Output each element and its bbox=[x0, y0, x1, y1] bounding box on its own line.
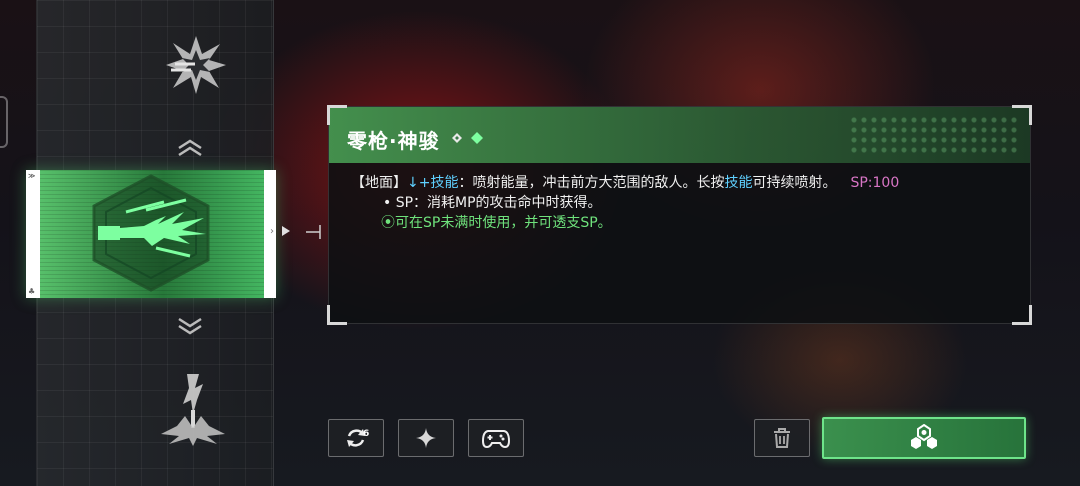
overdraw-note: ⦿可在SP未满时使用，并可透支SP。 bbox=[381, 215, 612, 231]
swap-badge: 6 bbox=[363, 429, 370, 439]
skill-header-bar: 零枪·神骏 bbox=[329, 107, 1030, 163]
equip-emblem-icon bbox=[911, 424, 937, 449]
sp-gain-note: • SP：消耗MP的攻击命中时获得。 bbox=[383, 195, 602, 211]
effect-suffix: 可持续喷射。 bbox=[752, 175, 837, 191]
ground-strike-skill-icon[interactable] bbox=[157, 370, 229, 446]
sp-cost: SP:100 bbox=[850, 175, 900, 191]
sparkle-icon bbox=[416, 428, 436, 448]
side-tab-handle[interactable] bbox=[0, 96, 8, 148]
skill-effect-line: 【地面】↓+技能：喷射能量，冲击前方大范围的敌人。长按技能可持续喷射。 SP:10… bbox=[351, 173, 1010, 193]
input-command: ↓+技能 bbox=[407, 175, 459, 191]
scroll-up-chevron-icon[interactable] bbox=[175, 138, 205, 158]
skill-name: 零枪·神骏 bbox=[347, 129, 440, 153]
gamepad-button[interactable] bbox=[468, 419, 524, 457]
effect-text: ：喷射能量，冲击前方大范围的敌人。长按 bbox=[458, 175, 725, 191]
scroll-down-chevron-icon[interactable] bbox=[175, 316, 205, 336]
gamepad-icon bbox=[482, 430, 510, 449]
hold-key-text: 技能 bbox=[724, 175, 753, 191]
discard-button[interactable] bbox=[754, 419, 810, 457]
selected-skill-card[interactable]: ≫ ♣ › bbox=[26, 170, 276, 298]
rarity-diamond-icon bbox=[452, 132, 483, 144]
pointer-triangle-icon bbox=[282, 226, 290, 236]
swap-button[interactable]: 6 bbox=[328, 419, 384, 457]
card-corner-mark: ≫ bbox=[28, 172, 36, 180]
sparkle-button[interactable] bbox=[398, 419, 454, 457]
stance-label: 【地面】 bbox=[351, 175, 407, 191]
card-arrow-icon: › bbox=[270, 226, 274, 237]
burst-skill-icon[interactable] bbox=[165, 34, 227, 96]
skill-description-panel: 零枪·神骏 【地面】↓+技能：喷射能量，冲击前方大范围的敌人。长按技能可持续喷射… bbox=[327, 105, 1032, 325]
skill-description: 【地面】↓+技能：喷射能量，冲击前方大范围的敌人。长按技能可持续喷射。 SP:10… bbox=[351, 173, 1010, 233]
equip-button[interactable] bbox=[822, 417, 1026, 459]
connector-bracket-icon bbox=[306, 225, 321, 239]
jet-lance-skill-icon bbox=[92, 174, 210, 292]
card-corner-emblem-icon: ♣ bbox=[28, 287, 36, 296]
trash-icon bbox=[774, 428, 790, 448]
